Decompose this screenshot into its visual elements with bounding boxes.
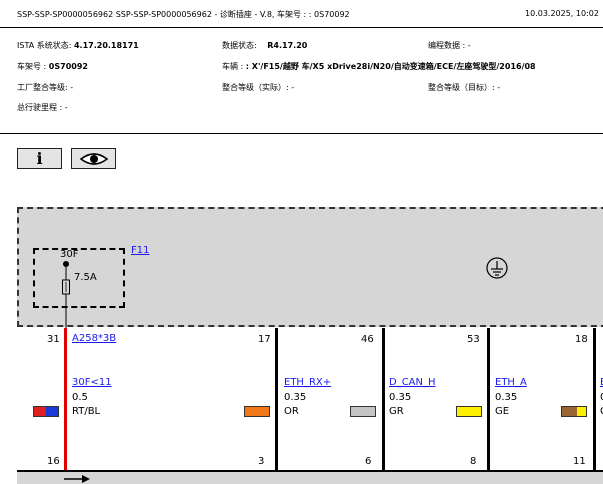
- pin-bottom: 3: [258, 456, 265, 467]
- header-divider: [0, 27, 603, 28]
- pin-top: 18: [575, 334, 588, 345]
- wire-black-4: [593, 328, 596, 470]
- wire-link[interactable]: D_CAN_H: [389, 377, 436, 388]
- plant-level: 工厂整合等级: -: [17, 83, 74, 92]
- wire-color-swatch: [244, 406, 270, 417]
- wire-color-swatch: [561, 406, 587, 417]
- wire-black-1: [275, 328, 278, 470]
- info-button[interactable]: i: [17, 148, 62, 169]
- vin: 车架号 : 0S70092: [17, 61, 88, 72]
- eye-icon: [79, 152, 108, 165]
- pin-top: 17: [258, 334, 271, 345]
- vehicle-value: : X'/F15/越野 车/X5 xDrive28i/N20/自动变速箱/ECE…: [245, 62, 536, 71]
- vehicle-label: 车辆 :: [222, 62, 244, 71]
- vehicle: 车辆 : : X'/F15/越野 车/X5 xDrive28i/N20/自动变速…: [222, 61, 536, 72]
- connector-link[interactable]: A258*3B: [72, 333, 116, 344]
- wire-link[interactable]: ETH_A: [495, 377, 527, 388]
- wire-black-3: [487, 328, 490, 470]
- wire-link[interactable]: 30F<11: [72, 377, 112, 388]
- ground-icon: [486, 257, 508, 279]
- arrow-icon: [64, 475, 90, 483]
- wire-color-code: GR: [389, 406, 404, 417]
- pin-bottom: 16: [47, 456, 60, 467]
- fuse-symbol: [62, 261, 70, 328]
- data-value: R4.17.20: [267, 41, 308, 50]
- datetime: 10.03.2025, 10:02: [525, 9, 599, 18]
- pin-top: 31: [47, 334, 60, 345]
- vin-label: 车架号 :: [17, 62, 47, 71]
- wire-size: 0.5: [72, 392, 88, 403]
- bottom-connector-bar: [17, 470, 603, 484]
- wire-color-code: GE: [495, 406, 510, 417]
- fuse-rating: 7.5A: [74, 272, 97, 283]
- ista-label: ISTA 系统状态:: [17, 41, 72, 50]
- wire-color-swatch: [350, 406, 376, 417]
- view-button[interactable]: [71, 148, 116, 169]
- info-icon: i: [36, 148, 43, 168]
- pin-bottom: 6: [365, 456, 372, 467]
- wire-size: 0.35: [389, 392, 412, 403]
- pin-top: 53: [467, 334, 480, 345]
- programming-data: 编程数据 : -: [428, 41, 471, 50]
- pin-bottom: 11: [573, 456, 586, 467]
- ista-status: ISTA 系统状态: 4.17.20.18171: [17, 40, 139, 51]
- pin-top: 46: [361, 334, 374, 345]
- data-label: 数据状态:: [222, 41, 257, 50]
- total-mileage: 总行驶里程 : -: [17, 103, 68, 112]
- wire-color-code: OR: [284, 406, 299, 417]
- ista-value: 4.17.20.18171: [73, 41, 139, 50]
- wire-black-2: [382, 328, 385, 470]
- data-status: 数据状态: R4.17.20: [222, 40, 307, 51]
- fuse-box-link[interactable]: F11: [131, 245, 149, 256]
- wire-red: [64, 328, 67, 470]
- level-target: 整合等级（目标）: -: [428, 83, 501, 92]
- wire-size: 0.35: [495, 392, 518, 403]
- vin-value: 0S70092: [48, 62, 88, 71]
- wire-link[interactable]: ETH_RX+: [284, 377, 331, 388]
- window-title: SSP-SSP-SP0000056962 SSP-SSP-SP000005696…: [17, 10, 350, 19]
- wire-color-swatch: [33, 406, 59, 417]
- wire-color-code: RT/BL: [72, 406, 101, 417]
- info-divider: [0, 133, 603, 134]
- pin-bottom: 8: [470, 456, 477, 467]
- wire-color-swatch: [456, 406, 482, 417]
- level-actual: 整合等级（实际）: -: [222, 83, 295, 92]
- wire-size: 0.35: [284, 392, 307, 403]
